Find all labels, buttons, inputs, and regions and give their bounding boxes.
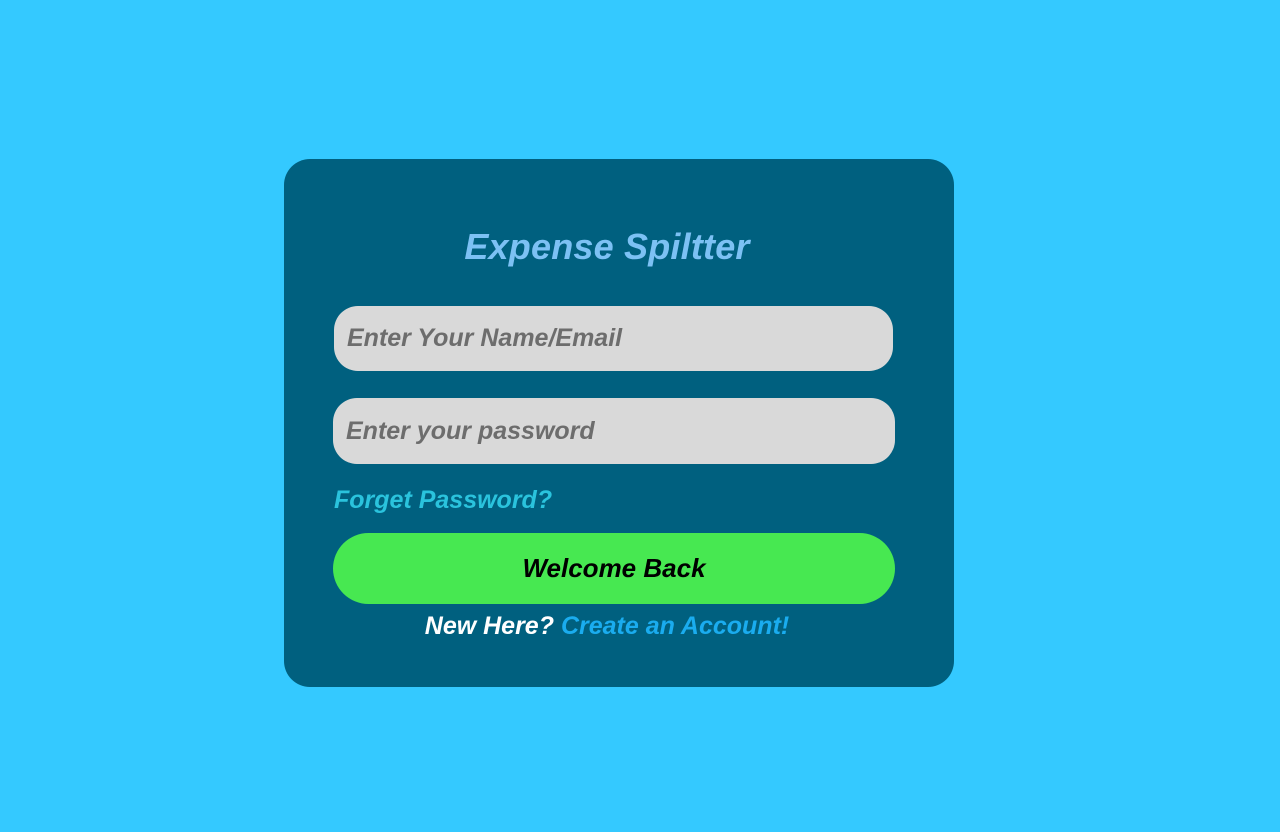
create-account-link[interactable]: Create an Account!: [561, 612, 789, 640]
password-input[interactable]: [333, 398, 895, 464]
signup-prompt: New Here?: [424, 612, 554, 640]
forgot-password-link[interactable]: Forget Password?: [334, 486, 552, 515]
signup-line: New Here? Create an Account!: [0, 612, 1214, 641]
email-input[interactable]: [334, 306, 893, 371]
login-button[interactable]: Welcome Back: [333, 533, 895, 604]
app-title: Expense Spiltter: [464, 226, 750, 267]
